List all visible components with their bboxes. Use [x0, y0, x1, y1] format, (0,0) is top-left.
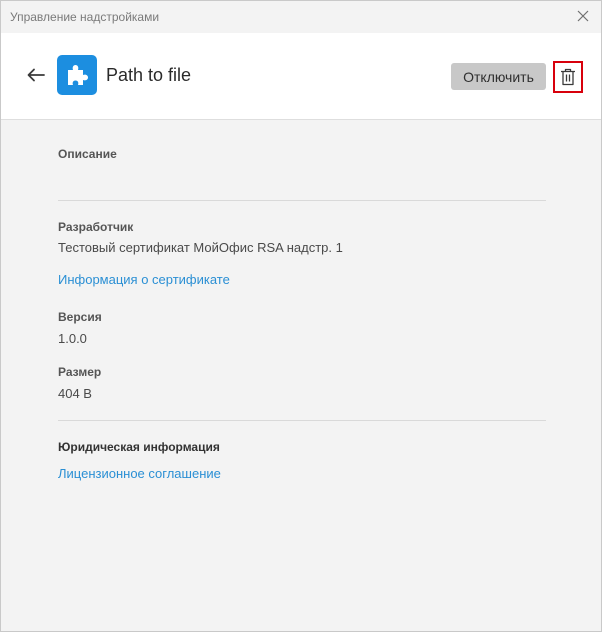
addin-name: Path to file — [106, 65, 192, 85]
addin-manager-window: Управление надстройками Path to file Отк… — [0, 0, 602, 632]
description-label: Описание — [58, 147, 117, 161]
legal-info-label: Юридическая информация — [58, 440, 220, 454]
developer-value: Тестовый сертификат МойОфис RSA надстр. … — [58, 240, 343, 255]
size-label: Размер — [58, 365, 102, 379]
trash-icon — [561, 68, 575, 86]
addin-icon — [57, 55, 97, 95]
certificate-info-link[interactable]: Информация о сертификате — [58, 272, 230, 287]
close-icon[interactable] — [574, 7, 592, 25]
size-value: 404 B — [58, 386, 92, 401]
back-button[interactable] — [25, 66, 47, 84]
license-agreement-link[interactable]: Лицензионное соглашение — [58, 466, 221, 481]
title-bar: Управление надстройками — [1, 1, 601, 33]
addin-header: Path to file Отключить — [1, 33, 601, 120]
divider — [58, 420, 546, 421]
arrow-left-icon — [27, 68, 45, 82]
disable-button[interactable]: Отключить — [451, 63, 546, 90]
puzzle-icon — [68, 65, 88, 85]
version-label: Версия — [58, 310, 102, 324]
version-value: 1.0.0 — [58, 331, 87, 346]
delete-button[interactable] — [553, 61, 583, 93]
developer-label: Разработчик — [58, 220, 134, 234]
divider — [58, 200, 546, 201]
window-title: Управление надстройками — [10, 10, 160, 24]
